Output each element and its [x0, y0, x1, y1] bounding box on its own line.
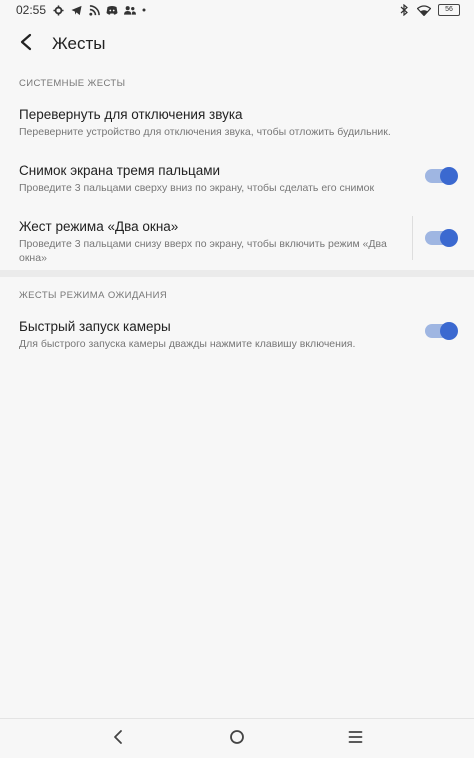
- setting-subtitle: Для быстрого запуска камеры дважды нажми…: [19, 338, 356, 350]
- setting-row-three-finger-screenshot[interactable]: Снимок экрана тремя пальцами Проведите 3…: [0, 162, 474, 198]
- section-header-system-gestures: СИСТЕМНЫЕ ЖЕСТЫ: [19, 78, 126, 89]
- bluetooth-icon: [398, 4, 410, 16]
- discord-icon: [106, 4, 118, 16]
- three-finger-screenshot-toggle[interactable]: [425, 167, 458, 185]
- setting-row-split-screen-gesture[interactable]: Жест режима «Два окна» Проведите 3 пальц…: [0, 218, 474, 266]
- battery-icon: 56: [438, 4, 460, 16]
- row-divider: [412, 216, 413, 260]
- nav-menu-button[interactable]: [343, 727, 367, 751]
- dot-icon: [142, 4, 146, 16]
- back-icon: [112, 729, 124, 750]
- status-bar: 02:55 56: [0, 0, 474, 20]
- toggle-knob: [440, 167, 458, 185]
- nav-home-button[interactable]: [225, 727, 249, 751]
- setting-subtitle: Переверните устройство для отключения зв…: [19, 126, 391, 138]
- nav-back-button[interactable]: [106, 727, 130, 751]
- menu-icon: [348, 730, 363, 749]
- settings-screen: 02:55 56 Жесты СИСТЕМНЫЕ ЖЕСТЫ Переверну…: [0, 0, 474, 758]
- rss-icon: [88, 4, 100, 16]
- page-title: Жесты: [52, 34, 106, 53]
- setting-title: Перевернуть для отключения звука: [19, 107, 243, 122]
- setting-title: Быстрый запуск камеры: [19, 319, 171, 334]
- toggle-knob: [440, 322, 458, 340]
- people-icon: [124, 4, 137, 16]
- home-icon: [229, 729, 245, 750]
- section-header-standby-gestures: ЖЕСТЫ РЕЖИМА ОЖИДАНИЯ: [19, 290, 168, 301]
- telegram-icon: [70, 4, 82, 16]
- setting-subtitle: Проведите 3 пальцами сверху вниз по экра…: [19, 182, 375, 194]
- gear-icon: [52, 4, 64, 16]
- split-screen-gesture-toggle[interactable]: [425, 229, 458, 247]
- setting-row-quick-camera-launch[interactable]: Быстрый запуск камеры Для быстрого запус…: [0, 318, 474, 354]
- quick-camera-launch-toggle[interactable]: [425, 322, 458, 340]
- section-separator: [0, 270, 474, 277]
- toggle-knob: [440, 229, 458, 247]
- setting-row-flip-mute[interactable]: Перевернуть для отключения звука Перевер…: [0, 106, 474, 142]
- setting-title: Жест режима «Два окна»: [19, 219, 179, 234]
- setting-title: Снимок экрана тремя пальцами: [19, 163, 221, 178]
- app-header: Жесты: [0, 22, 474, 66]
- setting-subtitle: Проведите 3 пальцами снизу вверх по экра…: [19, 238, 387, 264]
- wifi-icon: [417, 4, 431, 16]
- arrow-left-icon: [19, 33, 33, 56]
- back-button[interactable]: [6, 24, 46, 64]
- status-time: 02:55: [16, 3, 47, 17]
- navigation-bar: [0, 718, 474, 758]
